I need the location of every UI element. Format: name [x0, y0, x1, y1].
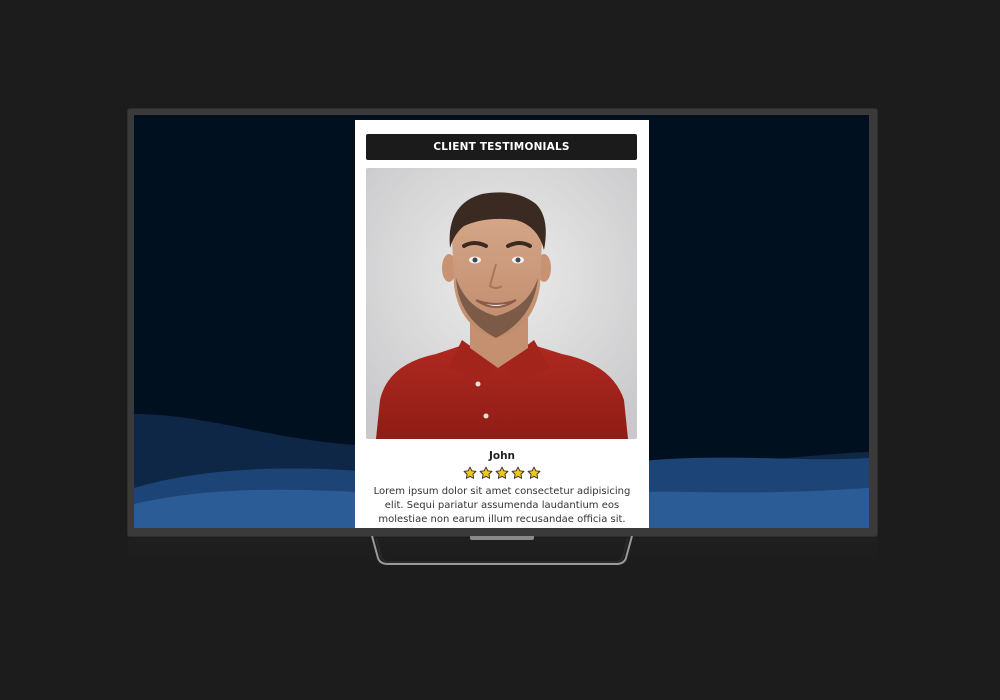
client-photo: [366, 168, 637, 439]
testimonials-header: CLIENT TESTIMONIALS: [366, 134, 637, 160]
star-icon: [479, 466, 493, 479]
star-icon: [463, 466, 477, 479]
testimonial-quote: Lorem ipsum dolor sit amet consectetur a…: [373, 486, 631, 525]
star-icon: [511, 466, 525, 479]
star-icon: [495, 466, 509, 479]
tv-stand: [371, 536, 633, 565]
star-icon: [527, 466, 541, 479]
testimonial-card: CLIENT TESTIMONIALS John Lorem ipsum dol…: [355, 120, 649, 528]
client-name: John: [488, 450, 516, 462]
rating-stars: [355, 466, 649, 480]
